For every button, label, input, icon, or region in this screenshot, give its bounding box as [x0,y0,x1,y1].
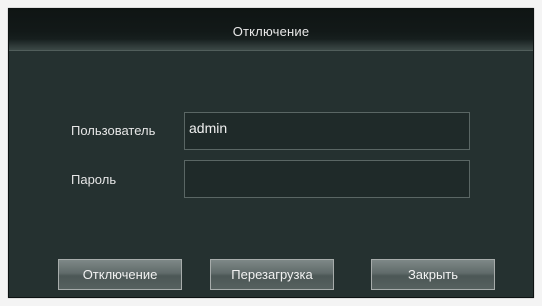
username-field[interactable]: admin [184,112,470,150]
shutdown-dialog: Отключение Пользователь admin Пароль Отк… [8,8,534,298]
close-button[interactable]: Закрыть [371,259,495,290]
user-label: Пользователь [71,123,156,138]
password-label: Пароль [71,172,117,187]
dialog-titlebar: Отключение [9,9,533,51]
dialog-title: Отключение [232,24,310,39]
shutdown-button[interactable]: Отключение [58,259,182,290]
password-field[interactable] [184,160,470,198]
reboot-button[interactable]: Перезагрузка [210,259,334,290]
